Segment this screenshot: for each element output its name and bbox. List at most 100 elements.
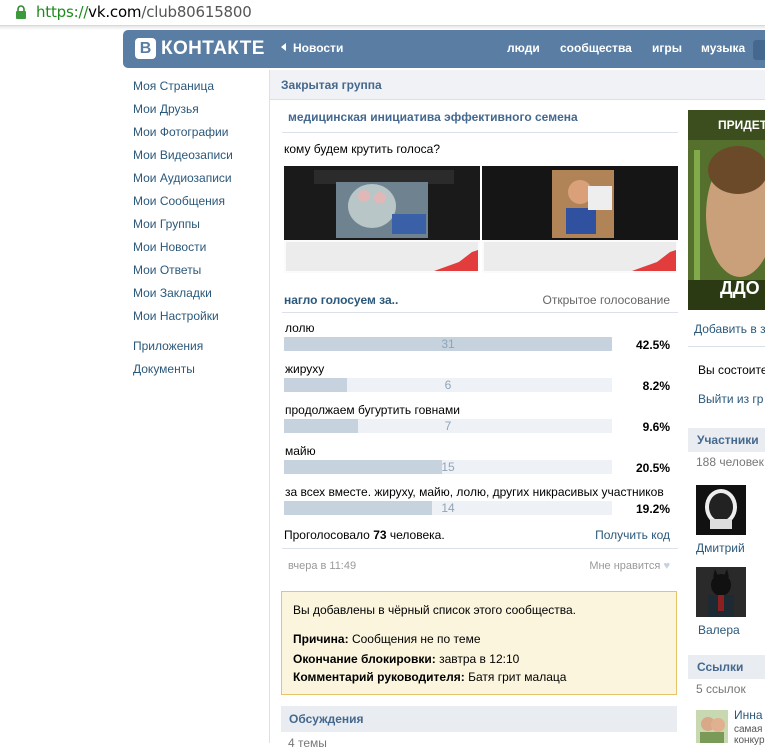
nav-communities[interactable]: сообщества [560, 41, 632, 55]
add-to-left-menu-link[interactable]: Добавить в з [694, 322, 765, 336]
links-count: 5 ссылок [696, 682, 746, 696]
avatar-caption-bottom: ДДО [720, 278, 760, 298]
poll-option-label: продолжаем бугуртить говнами [285, 403, 460, 417]
ban-reason: Причина: Сообщения не по теме [293, 632, 481, 646]
nav-music[interactable]: музыка [701, 41, 745, 55]
post-image-1[interactable] [284, 166, 480, 273]
like-button[interactable]: Мне нравится ♥ [589, 560, 670, 572]
left-sidebar: Моя Страница Мои Друзья Мои Фотографии М… [133, 79, 233, 385]
vk-logo-icon[interactable]: B [135, 38, 156, 59]
nav-people[interactable]: люди [507, 41, 540, 55]
url-host: vk.com [88, 3, 142, 21]
link-thumbnail[interactable] [696, 710, 728, 743]
poll-count: 7 [444, 419, 452, 433]
link-thumbnail-art [696, 710, 728, 743]
group-title: медицинская инициатива эффективного семе… [288, 110, 578, 124]
divider [282, 132, 678, 133]
url-scheme: https:// [36, 3, 89, 21]
ban-reason-value: Сообщения не по теме [351, 632, 481, 646]
poll-percent: 8.2% [642, 379, 670, 393]
sidebar-item-friends[interactable]: Мои Друзья [133, 102, 233, 125]
sidebar-item-groups[interactable]: Мои Группы [133, 217, 233, 240]
post-image-2-art [482, 166, 678, 273]
links-header[interactable]: Ссылки [688, 655, 765, 679]
sidebar-item-news[interactable]: Мои Новости [133, 240, 233, 263]
link-title[interactable]: Инна [734, 708, 763, 722]
discussions-header[interactable]: Обсуждения [281, 706, 677, 732]
sidebar-item-messages[interactable]: Мои Сообщения [133, 194, 233, 217]
member-name[interactable]: Валера [698, 623, 740, 637]
post-date[interactable]: вчера в 11:49 [288, 560, 356, 572]
sidebar-separator [133, 332, 233, 339]
sidebar-item-documents[interactable]: Документы [133, 362, 233, 385]
voted-count: 73 [373, 528, 387, 542]
ban-end-label: Окончание блокировки: [293, 652, 436, 666]
vk-logo-text[interactable]: КОНТАКТЕ [161, 38, 265, 60]
post-image-2[interactable] [482, 166, 678, 273]
divider [282, 312, 678, 313]
divider [282, 548, 678, 549]
group-avatar[interactable]: ПРИДЕТ ДДО [688, 110, 765, 310]
sidebar-item-videos[interactable]: Мои Видеозаписи [133, 148, 233, 171]
poll-bar[interactable]: 7 [284, 419, 612, 433]
url-text[interactable]: https://vk.com/club80615800 [36, 3, 252, 21]
poll-percent: 19.2% [635, 502, 670, 516]
poll-bar[interactable]: 6 [284, 378, 612, 392]
member-avatar-art [696, 485, 746, 535]
poll-bar[interactable]: 31 [284, 337, 612, 351]
sidebar-item-my-page[interactable]: Моя Страница [133, 79, 233, 102]
member-name[interactable]: Дмитрий [696, 541, 745, 555]
poll-percent: 9.6% [642, 420, 670, 434]
get-code-link[interactable]: Получить код [595, 528, 670, 542]
member-avatar[interactable] [696, 567, 746, 617]
members-title: Участники [697, 433, 759, 447]
blacklist-notice: Вы добавлены в чёрный список этого сообщ… [281, 591, 677, 695]
leave-group-link[interactable]: Выйти из гр [698, 392, 763, 406]
poll-option-label: майю [285, 444, 316, 458]
voted-suffix: человека. [389, 528, 445, 542]
links-title: Ссылки [697, 660, 744, 674]
post-image-1-art [284, 166, 480, 273]
poll-count: 15 [441, 460, 455, 474]
url-path: /club80615800 [141, 3, 252, 21]
ban-comment-label: Комментарий руководителя: [293, 670, 465, 684]
sidebar-item-bookmarks[interactable]: Мои Закладки [133, 286, 233, 309]
poll-bar[interactable]: 15 [284, 460, 612, 474]
like-label: Мне нравится [589, 560, 661, 572]
poll-type: Открытое голосование [542, 293, 670, 307]
browser-url-bar[interactable]: https://vk.com/club80615800 [0, 0, 765, 26]
group-status: Закрытая группа [281, 78, 382, 92]
members-header[interactable]: Участники [688, 428, 765, 452]
poll-option-label: жируху [285, 362, 325, 376]
site-header: B КОНТАКТЕ Новости люди сообщества игры … [123, 30, 765, 68]
sidebar-item-answers[interactable]: Мои Ответы [133, 263, 233, 286]
nav-news[interactable]: Новости [281, 41, 343, 55]
post-text: кому будем крутить голоса? [284, 142, 440, 156]
ban-end-value: завтра в 12:10 [439, 652, 520, 666]
ban-comment: Комментарий руководителя: Батя грит мала… [293, 670, 566, 684]
nav-more-button[interactable] [753, 40, 765, 60]
poll-count: 31 [441, 337, 455, 351]
nav-games[interactable]: игры [652, 41, 682, 55]
poll-count: 6 [444, 378, 452, 392]
sidebar-item-settings[interactable]: Мои Настройки [133, 309, 233, 332]
main-content: Закрытая группа медицинская инициатива э… [269, 70, 765, 750]
poll-count: 14 [441, 501, 455, 515]
sidebar-item-photos[interactable]: Мои Фотографии [133, 125, 233, 148]
back-arrow-icon [281, 43, 286, 51]
link-desc-2: конкур [734, 735, 765, 746]
ban-comment-value: Батя грит малаца [468, 670, 567, 684]
poll-percent: 20.5% [635, 461, 670, 475]
heart-icon: ♥ [663, 560, 670, 572]
sidebar-item-apps[interactable]: Приложения [133, 339, 233, 362]
ban-reason-label: Причина: [293, 632, 349, 646]
discussions-count: 4 темы [288, 736, 327, 750]
ban-end: Окончание блокировки: завтра в 12:10 [293, 652, 519, 666]
member-avatar[interactable] [696, 485, 746, 535]
poll-title[interactable]: нагло голосуем за.. [284, 293, 398, 307]
membership-status: Вы состоите [698, 363, 765, 377]
discussions-title: Обсуждения [289, 712, 364, 726]
poll-bar[interactable]: 14 [284, 501, 612, 515]
poll-percent: 42.5% [635, 338, 670, 352]
sidebar-item-audio[interactable]: Мои Аудиозаписи [133, 171, 233, 194]
